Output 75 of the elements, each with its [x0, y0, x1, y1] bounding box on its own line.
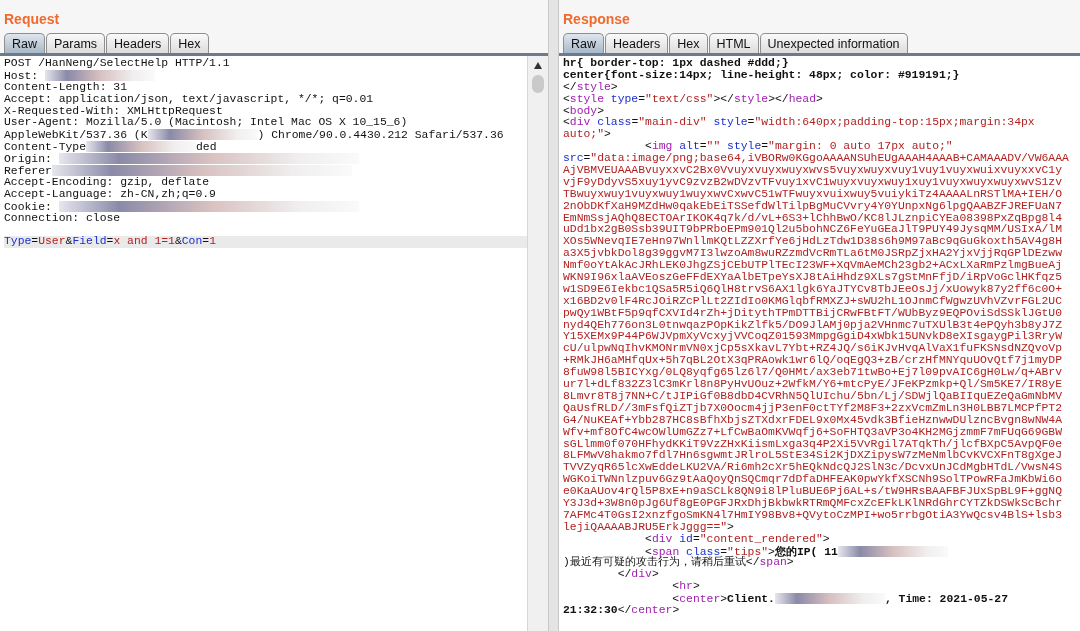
code-line: cU/ulpwNqIhvKMONrmVN0xjCp5sXkavL7Ybt+RZ4JQ/s6iKJvHvqAlVaX1fuFKSNsdNZQvoVp [563, 343, 1063, 355]
code-line: POST /HanNeng/SelectHelp HTTP/1.1 [4, 58, 231, 70]
code-line: Accept: application/json, text/javascript, */*; q=0.01 [4, 93, 375, 106]
tab[interactable]: Params [46, 33, 106, 53]
tab[interactable]: Headers [106, 33, 170, 53]
code-line: User-Agent: Mozilla/5.0 (Macintosh; Intel Mac OS X 10_15_6) [4, 117, 409, 130]
tab[interactable]: Hex [669, 33, 708, 53]
code-line: Nmf0oYtAkAcJRhLEK0JhgZSjCEbUTPlTEcI23WF+XqVmAeMCh23gb2+ACxLXaRmPzlmgBueAj [563, 260, 1063, 272]
code-line: 8fuW98l5BICYxg/0LQ8yqfg65lz6l7/Q0HMt/ax3eb71twBo+Ej7l09pvAIC6gH0Lw/q+ABrv [563, 367, 1063, 379]
code-line: pwQy1WBtF5p9qfCXVId4rZh+jDitythTPmDTTBijCRwFBtFT/WUbByz9EQPOviSdSSklJGtU0 [563, 307, 1063, 320]
tab[interactable]: Unexpected information [759, 33, 908, 53]
code-line: AjVBMVEUAAABvuyxxvC2Bx0Vvuyxvuyxwuyxwvs5vuyxwuyxvuy1vuy1vuyxwuixvuyxxvC1y [563, 165, 1063, 177]
code-line: 21:32:30</center> [563, 604, 681, 617]
tab[interactable]: Raw [4, 33, 45, 53]
code-line: <div class="main-div" style="width:640px;padding-top:15px;margin:34px [563, 117, 1036, 129]
code-line: Host: [4, 69, 527, 82]
scrollbar[interactable] [527, 56, 548, 631]
code-line: WGKoiTWNnlzpuv6Gz9tAaQoyQnSQCmqr7dDfaDHFEAK0pwYkfXSCNh9SolTPowRFaJmKbWi6o [563, 474, 1063, 486]
code-line: G4/NuKEAf+Ybb287HC8sBfhXbjsZTXdxrFDEL9x0Mx45vdk3BfieHznwwDUlzncBvgn8wNW4A [563, 414, 1063, 427]
code-line: w1SD9E6Iekbc1QSa5R5iQ6QlH8trvS6AX1lgk6YaJTYCv8TbJEeOsJj/xUowyk87y2ff6c0O+ [563, 283, 1063, 296]
code-line: lejiQAAAABJRU5ErkJggg=="> [563, 521, 735, 534]
panel-splitter[interactable] [548, 0, 559, 631]
code-line: Cookie: [4, 200, 527, 213]
code-line: AppleWebKit/537.36 (K ) Chrome/90.0.4430.212 Safari/537.36 [4, 129, 505, 142]
code-line: <img alt="" style="margin: 0 auto 17px auto;" [644, 141, 954, 153]
scroll-thumb[interactable] [532, 75, 544, 93]
code-line: Y3J3d+3W8n0pJg6Uf8gE0PGFJRxDhjBkbwkRTRmQMFcxZcEFkLKlNRdGhrCYTZkDSWkScBchr [563, 497, 1063, 510]
scroll-up-arrow-icon[interactable] [534, 62, 542, 69]
code-line: hr{ border-top: 1px dashed #ddd;} [563, 58, 790, 70]
code-line: WKN9I96xlaAVEoszGeFFdEXYaAlbETpeYsXJ8tAiHhdz9XLs7gStMnFfjD/iRpVoGclHKfqz5 [563, 272, 1063, 284]
code-line: Connection: close [4, 212, 122, 225]
code-line: Wfv+mf8OfC4wcOWlUmGZz7+LfCwBaOmKVWqfj6+SoFHTQ3aVP3o4KH2MGjzmmF7mFUqG69GBW [563, 426, 1063, 439]
code-line: Content-Type ded [4, 141, 218, 154]
panel-title: Response [562, 10, 631, 29]
code-line: <body> [563, 105, 606, 117]
code-line: Origin: [4, 153, 527, 165]
code-line: Accept-Encoding: gzip, deflate [4, 176, 211, 189]
code-line: X-Requested-With: XMLHttpRequest [4, 105, 224, 117]
code-line: sGLlmm0f070HFhydKKiT9VzZHxKiismLxga3q4P2Xi5VvRgil7ATqkTh/jlcfBXpC5AvpQF0e [563, 438, 1063, 450]
code-line: Accept-Language: zh-CN,zh;q=0.9 [4, 188, 217, 201]
code-line: <center>Client. , Time: 2021-05-27 [672, 593, 1009, 605]
panel-title: Request [3, 10, 61, 29]
tab[interactable]: Raw [563, 33, 604, 53]
code-line: <hr> [671, 581, 701, 594]
code-line: Referer [4, 165, 527, 177]
tab[interactable]: Headers [605, 33, 669, 53]
code-line: +RMkJH6aMHfqUx+5h7qBL2OtX3qPRAowk1wr6lQ/oqEgQ3+zB/crzHfMNYquUOvQtf7j1myDP [563, 355, 1063, 367]
code-line: nyd4QEh776on3L0tnwqazPOpKikZlfk5/DO9JlAMj0pja2VHnmc7uTXUlB3t4ePQyh3b8yJ7Z [563, 319, 1063, 331]
tab[interactable]: Hex [170, 33, 209, 53]
code-line: QaUsfRLD//3mFsfQiZTjb7X0Oocm4jjP3enF0ctTYf2M8F3+2zxVcmZmLn3H0LBB7LMCPfPT2 [563, 402, 1063, 415]
code-line: 2nObDKfXaH9MZdHw0qakEbEiTSSefdWlTilpBgMuCVvry4Y0YUnpxNg6lpgQAABZFJREFUaN7 [563, 200, 1063, 213]
code-line: uDd1bx2gB0Ssb39UIT9bPRboEPm901Ql2u5bohNCZ6FeYuGEaJlT9PUY49JysqMM/USIxA/lM [563, 224, 1063, 236]
code-line: TVVZyqR65lcXwEddeLKU2VA/Ri6mh2cXr5hEQkNdcQJ2SlN3c/DcvxUnJCdMgbHTdL/VwsN4S [563, 462, 1063, 474]
code-line: TBwuyxwuy1vuyxwuy1wuyxwvCxwvC51wTFwuyxvuixwuy5vuiykiTz4AAAALnRSTlMA+IEH/O [563, 188, 1063, 201]
code-line: src="data:image/png;base64,iVBORw0KGgoAAAANSUhEUgAAAH4AAAB+CAMAAADV/VW6AAA [563, 153, 1070, 165]
code-line: center{font-size:14px; line-height: 48px; color: #919191;} [563, 69, 961, 82]
code-line: 8Lmvr8T8j7NN+C/tJIPiGf0B8dbD4CVRhN5QlUIchu/5bn/Lj/SDWjlQaBIIquEZeQaGmNbMV [563, 390, 1063, 403]
code-line: a3X5jvbkDol8g39ggvM7I3lwzoAm8wuRZzmdVcRmTLa6tM0JSRpZjxHA2YjxVjjRqGPlDEzww [563, 248, 1063, 260]
code-line: <div id="content_rendered"> [644, 533, 831, 546]
code-line: </style> [563, 81, 619, 94]
code-line: vjF9yDdyvS5xuy1yvC9zvzB2wDVzvTFvuy1xvC1wuyxvuyxwuy1xuy1vuyxwuyxwuyxwvS1zv [563, 176, 1063, 189]
code-line: EmNmSsjAQhQ8ECTOArIKOK4q7k/d/vL+6S3+lChhBwO/KC8lJLznpiCYEa08398PxZqBpg8l4 [563, 212, 1063, 224]
code-line: x16BD2v0lF4RcJOiRZcPlLt2ZIdIo0KMGlqbfRMXZJ+sWU2hL1OJnmCfWgwzUVhVZvrFGL2UC [563, 295, 1063, 308]
code-line: ur7l+dLf832Z3lC3mKrl8n8PyHvUOuz+2WfkM/Y6+mtcPyE/JFeKPzmkp+Ql/Sm5KE7/IR8yE [563, 379, 1063, 391]
code-line: XOs5WNevqIE7eHn97WnllmKQtLZZXrfYe6jHdLzTdw1D38s6h9M97aBc9qGuGkoxth5AV4g8H [563, 236, 1063, 248]
code-line: <style type="text/css"></style></head> [563, 93, 824, 106]
tab[interactable]: HTML [708, 33, 759, 53]
code-line: 8LFMwV8hakmo7fdl7Hn6sgwmtJRlroL5StE34Si2KjDXZipysW7zMeNmlbCvKVCXFnT8gXgeJ [563, 450, 1063, 462]
code-line: )最近有可疑的攻击行为，请稍后重试</span> [563, 557, 794, 569]
code-line: 7AFMc4T0GsI2xnzfgoSmKN4l7HmIY98Bv8+QVytoCzMPI+wo5rrbgOtiA3YwQcsv4BlS+lsb3 [563, 509, 1063, 522]
code-line: </div> [616, 569, 660, 582]
code-line: Content-Length: 31 [4, 81, 129, 94]
code-line: Y15XEMx9P44P6WJVpmXyVcxyjVVCoqZ01593MmpgGgiD4xWbk15UNvkD8eXIsgaygPil3RryW [563, 331, 1063, 343]
code-line: e0KaAUov4rQl5P8xE+n9aSCLk8QN9i8lPluBUE6Pj6AL+s/tW9HRsBAAFBFJUxSpBL9F+ggNQ [563, 486, 1063, 498]
code-line: auto;"> [563, 129, 612, 142]
